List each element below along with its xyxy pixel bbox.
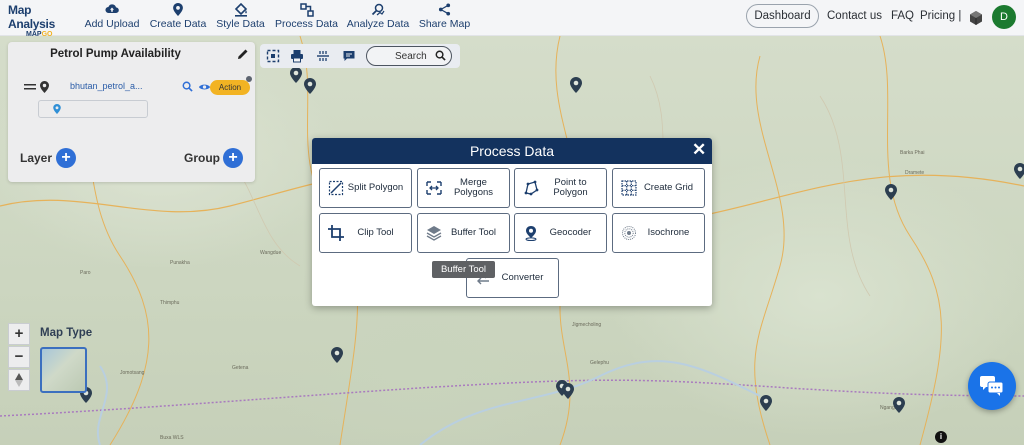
- add-layer-button[interactable]: +: [56, 148, 76, 168]
- nav-add-upload[interactable]: Add Upload: [84, 3, 140, 30]
- buffer-tool-tooltip: Buffer Tool: [432, 261, 495, 278]
- app-title: Map Analysis: [8, 3, 55, 31]
- zoom-out-button[interactable]: −: [8, 346, 30, 368]
- add-group-button[interactable]: +: [223, 148, 243, 168]
- petrol-pump-marker[interactable]: [290, 67, 302, 83]
- nav-process-data[interactable]: Process Data: [274, 3, 339, 30]
- modal-title: Process Data: [469, 143, 555, 159]
- zoom-to-layer-icon[interactable]: [182, 81, 193, 92]
- share-icon: [418, 3, 471, 18]
- zoom-in-button[interactable]: +: [8, 323, 30, 345]
- map-toolbar: Search: [260, 44, 460, 68]
- cloud-upload-icon: [84, 3, 140, 18]
- layer-status-dot: [246, 76, 252, 82]
- map-place-label: Thimphu: [160, 300, 180, 306]
- petrol-pump-marker[interactable]: [1014, 163, 1024, 179]
- map-place-label: Jigmecholing: [572, 322, 602, 328]
- map-place-label: Wangdue: [260, 250, 282, 256]
- cube-icon[interactable]: [968, 10, 984, 26]
- close-icon[interactable]: ✕: [692, 140, 706, 160]
- layer-location-input[interactable]: [38, 100, 148, 118]
- compass-north-button[interactable]: [8, 369, 30, 391]
- nav-analyze-data[interactable]: Analyze Data: [346, 3, 410, 30]
- process-data-modal: Process Data ✕ Split Polygon Merge Polyg…: [312, 138, 712, 306]
- search-icon: [435, 50, 446, 61]
- map-place-label: Gelephu: [590, 360, 609, 366]
- chat-icon: [980, 376, 1004, 396]
- map-type-thumbnail[interactable]: [40, 347, 87, 393]
- petrol-pump-marker[interactable]: [562, 383, 574, 399]
- petrol-pump-marker[interactable]: [304, 78, 316, 94]
- map-place-label: Jomotsang: [120, 370, 145, 376]
- layer-name[interactable]: bhutan_petrol_a...: [70, 81, 143, 91]
- chat-support-button[interactable]: [968, 362, 1016, 410]
- crop-icon: [328, 225, 344, 241]
- nav-share-map[interactable]: Share Map: [418, 3, 471, 30]
- nav-create-data[interactable]: Create Data: [149, 3, 207, 30]
- layer-action-button[interactable]: Action: [210, 80, 250, 95]
- layers-icon: [426, 226, 442, 241]
- compass-icon: [15, 373, 23, 387]
- location-pin-icon: [149, 3, 207, 18]
- measure-icon[interactable]: [316, 49, 330, 63]
- paint-bucket-icon: [215, 2, 266, 18]
- search-label: Search: [395, 51, 427, 62]
- map-attribution-info-icon[interactable]: i: [935, 431, 947, 443]
- faq-link[interactable]: FAQ: [891, 10, 914, 22]
- petrol-pump-marker[interactable]: [760, 395, 772, 411]
- point-to-polygon-icon: [524, 180, 539, 196]
- layer-label: Layer: [20, 151, 53, 165]
- group-label: Group: [184, 151, 220, 165]
- modal-header: Process Data ✕: [312, 138, 712, 164]
- merge-polygons-button[interactable]: Merge Polygons: [417, 168, 510, 208]
- panel-title: Petrol Pump Availability: [50, 48, 181, 60]
- buffer-tool-button[interactable]: Buffer Tool: [417, 213, 510, 253]
- point-to-polygon-button[interactable]: Point to Polygon: [514, 168, 607, 208]
- comment-icon[interactable]: [342, 49, 356, 63]
- contact-us-link[interactable]: Contact us: [827, 10, 882, 22]
- split-polygon-icon: [328, 180, 344, 196]
- print-icon[interactable]: [290, 49, 304, 63]
- top-navigation-bar: Map Analysis MAPGO Add Upload Create Dat…: [0, 0, 1024, 38]
- grid-icon: [621, 180, 637, 196]
- pricing-link[interactable]: Pricing |: [920, 10, 961, 22]
- process-icon: [274, 3, 339, 18]
- merge-polygons-icon: [426, 181, 442, 195]
- map-place-label: Getena: [232, 365, 249, 371]
- geocoder-button[interactable]: Geocoder: [514, 213, 607, 253]
- location-pin-icon: [53, 104, 61, 114]
- map-place-label: Punakha: [170, 260, 190, 266]
- analyze-icon: [346, 3, 410, 18]
- isochrone-button[interactable]: Isochrone: [612, 213, 705, 253]
- dashboard-button[interactable]: Dashboard: [746, 4, 819, 28]
- map-place-label: Buxa WLS: [160, 435, 184, 441]
- map-place-label: Paro: [80, 270, 91, 276]
- drag-handle-icon[interactable]: [24, 83, 36, 91]
- map-place-label: Dramete: [905, 170, 925, 176]
- petrol-pump-marker[interactable]: [893, 397, 905, 413]
- layer-panel: Petrol Pump Availability bhutan_petrol_a…: [8, 42, 255, 182]
- fit-bounds-icon[interactable]: [266, 49, 280, 63]
- split-polygon-button[interactable]: Split Polygon: [319, 168, 412, 208]
- isochrone-icon: [622, 226, 636, 240]
- nav-style-data[interactable]: Style Data: [215, 2, 266, 30]
- app-logo[interactable]: Map Analysis MAPGO: [8, 3, 78, 38]
- layer-point-icon: [40, 81, 49, 93]
- map-search-input[interactable]: Search: [366, 46, 452, 66]
- user-avatar[interactable]: D: [992, 5, 1016, 29]
- map-type-label: Map Type: [40, 327, 93, 339]
- petrol-pump-marker[interactable]: [331, 347, 343, 363]
- app-subtitle: MAPGO: [26, 31, 53, 38]
- clip-tool-button[interactable]: Clip Tool: [319, 213, 412, 253]
- petrol-pump-marker[interactable]: [885, 184, 897, 200]
- petrol-pump-marker[interactable]: [570, 77, 582, 93]
- map-place-label: Barka Phai: [900, 150, 925, 156]
- create-grid-button[interactable]: Create Grid: [612, 168, 705, 208]
- edit-pencil-icon[interactable]: [237, 48, 249, 60]
- geocoder-icon: [525, 226, 537, 241]
